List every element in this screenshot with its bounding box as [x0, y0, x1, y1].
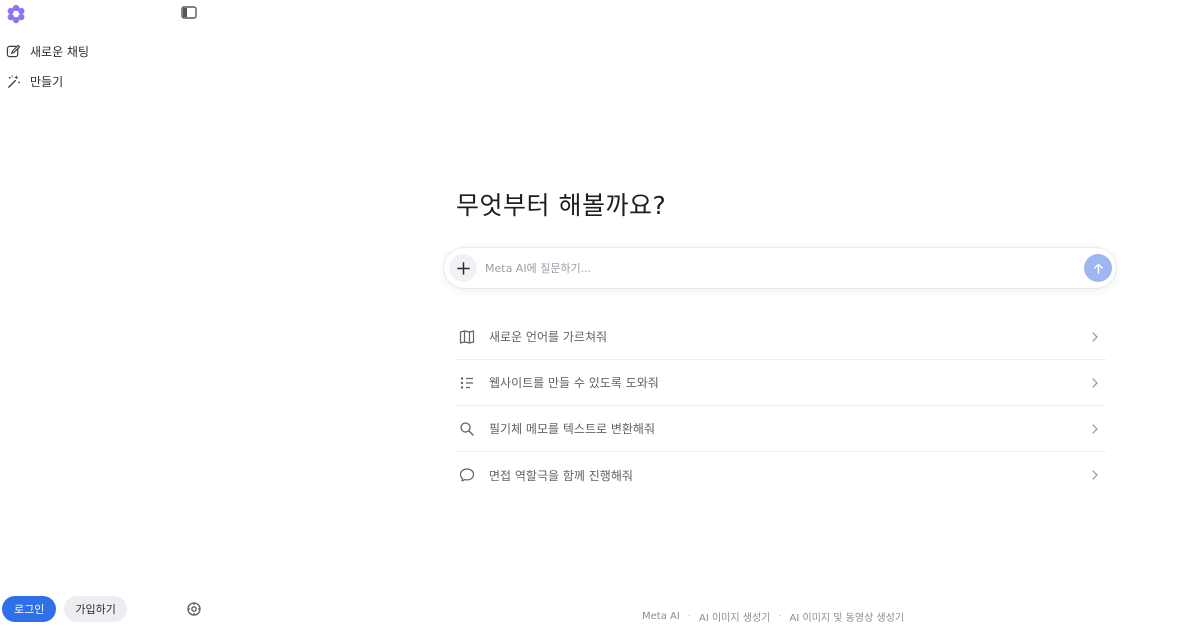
suggestion-build-website[interactable]: 웹사이트를 만들 수 있도록 도와줘: [456, 360, 1106, 406]
footer-separator: ·: [778, 611, 782, 622]
footer-links: Meta AI · AI 이미지 생성기 · AI 이미지 및 동영상 생성기: [642, 609, 904, 624]
sidebar-item-label: 만들기: [30, 74, 64, 89]
suggestion-label: 면접 역할극을 함께 진행해줘: [489, 468, 633, 483]
suggestion-label: 필기체 메모를 텍스트로 변환해줘: [489, 422, 656, 436]
suggestion-label: 새로운 언어를 가르쳐줘: [489, 330, 608, 344]
settings-icon[interactable]: [186, 601, 202, 617]
arrow-up-icon: [1093, 263, 1103, 274]
footer-link-image-video-generator[interactable]: AI 이미지 및 동영상 생성기: [790, 609, 905, 624]
chevron-right-icon: [1092, 470, 1098, 480]
checklist-icon: [460, 376, 473, 389]
suggestion-handwriting-to-text[interactable]: 필기체 메모를 텍스트로 변환해줘: [456, 406, 1106, 452]
sidebar: 새로운 채팅 만들기 로그인 가입하기: [0, 0, 210, 630]
suggestion-list: 새로운 언어를 가르쳐줘 웹사이트를 만들 수 있도록 도와줘 필기체 메모를: [456, 314, 1106, 498]
suggestion-label: 웹사이트를 만들 수 있도록 도와줘: [489, 376, 659, 390]
magic-wand-icon: [8, 74, 20, 88]
sidebar-item-new-chat[interactable]: 새로운 채팅: [6, 40, 89, 62]
send-button[interactable]: [1084, 254, 1112, 282]
search-icon: [460, 421, 474, 436]
sidebar-toggle-icon[interactable]: [180, 5, 198, 21]
chevron-right-icon: [1092, 331, 1098, 342]
plus-icon: [456, 261, 470, 275]
login-button[interactable]: 로그인: [2, 596, 57, 622]
suggestion-learn-language[interactable]: 새로운 언어를 가르쳐줘: [456, 314, 1106, 360]
footer-link-meta-ai[interactable]: Meta AI: [642, 611, 680, 622]
page-title: 무엇부터 해볼까요?: [456, 191, 667, 220]
sidebar-item-label: 새로운 채팅: [30, 44, 90, 59]
edit-icon: [6, 44, 21, 57]
app-window: 새로운 채팅 만들기 로그인 가입하기 무엇부터 해볼까요? Meta AI에 …: [0, 0, 1200, 630]
auth-bar: 로그인 가입하기: [2, 596, 127, 622]
footer-link-image-generator[interactable]: AI 이미지 생성기: [699, 609, 770, 624]
chevron-right-icon: [1092, 377, 1098, 388]
prompt-input[interactable]: [485, 253, 1084, 283]
add-attachment-button[interactable]: [449, 254, 477, 282]
signup-button[interactable]: 가입하기: [64, 596, 127, 622]
sidebar-item-create[interactable]: 만들기: [6, 70, 63, 92]
footer-separator: ·: [687, 611, 691, 622]
book-icon: [459, 329, 475, 344]
meta-ai-flower-icon[interactable]: [6, 4, 26, 24]
chat-bubble-icon: [459, 468, 475, 482]
suggestion-interview-roleplay[interactable]: 면접 역할극을 함께 진행해줘: [456, 452, 1106, 498]
prompt-composer: [444, 248, 1116, 288]
chevron-right-icon: [1092, 423, 1098, 434]
